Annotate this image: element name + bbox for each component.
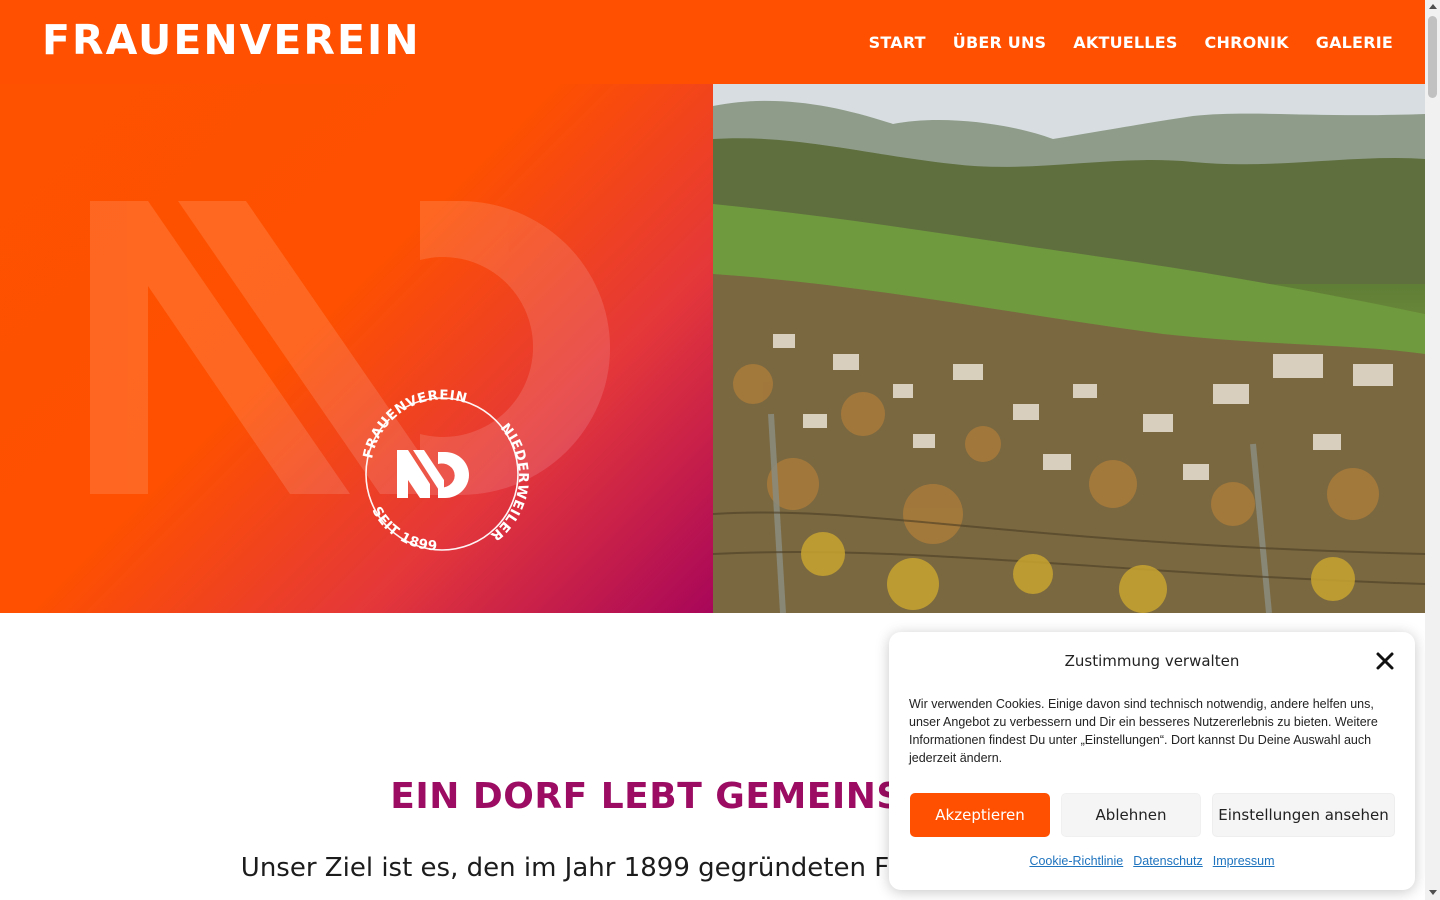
scroll-down-icon[interactable] [1429, 890, 1437, 895]
nav-item-ueber-uns[interactable]: ÜBER UNS [953, 33, 1047, 52]
privacy-link[interactable]: Datenschutz [1133, 854, 1202, 868]
site-logo[interactable]: FRAUENVEREIN [42, 18, 421, 62]
seal-text-bottom: SEIT 1899 [368, 504, 437, 554]
scrollbar-thumb[interactable] [1428, 16, 1437, 98]
cookie-dialog-title: Zustimmung verwalten [1064, 652, 1240, 670]
landscape-photo-illustration [713, 84, 1425, 613]
nav-item-aktuelles[interactable]: AKTUELLES [1073, 33, 1177, 52]
nav-item-galerie[interactable]: GALERIE [1316, 33, 1393, 52]
brand-monogram-graphic: FRAUENVEREIN NIEDERWEILER SEIT 1899 [90, 201, 611, 554]
hero-brand-panel: FRAUENVEREIN NIEDERWEILER SEIT 1899 [0, 84, 713, 613]
deny-button[interactable]: Ablehnen [1061, 793, 1201, 837]
village-landscape-image [713, 84, 1425, 613]
cookie-dialog-text: Wir verwenden Cookies. Einige davon sind… [909, 697, 1378, 765]
nav-item-start[interactable]: START [869, 33, 926, 52]
cookie-consent-dialog: Zustimmung verwalten Wir verwenden Cooki… [889, 632, 1415, 890]
scroll-up-icon[interactable] [1429, 4, 1437, 9]
nav-item-chronik[interactable]: CHRONIK [1205, 33, 1289, 52]
site-header: FRAUENVEREIN START ÜBER UNS AKTUELLES CH… [0, 0, 1425, 84]
cookie-dialog-links: Cookie-Richtlinie Datenschutz Impressum [889, 854, 1415, 868]
close-icon[interactable] [1375, 651, 1395, 671]
page-scrollbar[interactable] [1425, 0, 1440, 900]
large-monogram-watermark [90, 201, 611, 495]
main-nav: START ÜBER UNS AKTUELLES CHRONIK GALERIE [869, 0, 1393, 84]
accept-button[interactable]: Akzeptieren [910, 793, 1050, 837]
cookie-policy-link[interactable]: Cookie-Richtlinie [1029, 854, 1123, 868]
svg-text:SEIT 1899: SEIT 1899 [368, 504, 438, 554]
view-settings-button[interactable]: Einstellungen ansehen [1212, 793, 1395, 837]
imprint-link[interactable]: Impressum [1213, 854, 1275, 868]
